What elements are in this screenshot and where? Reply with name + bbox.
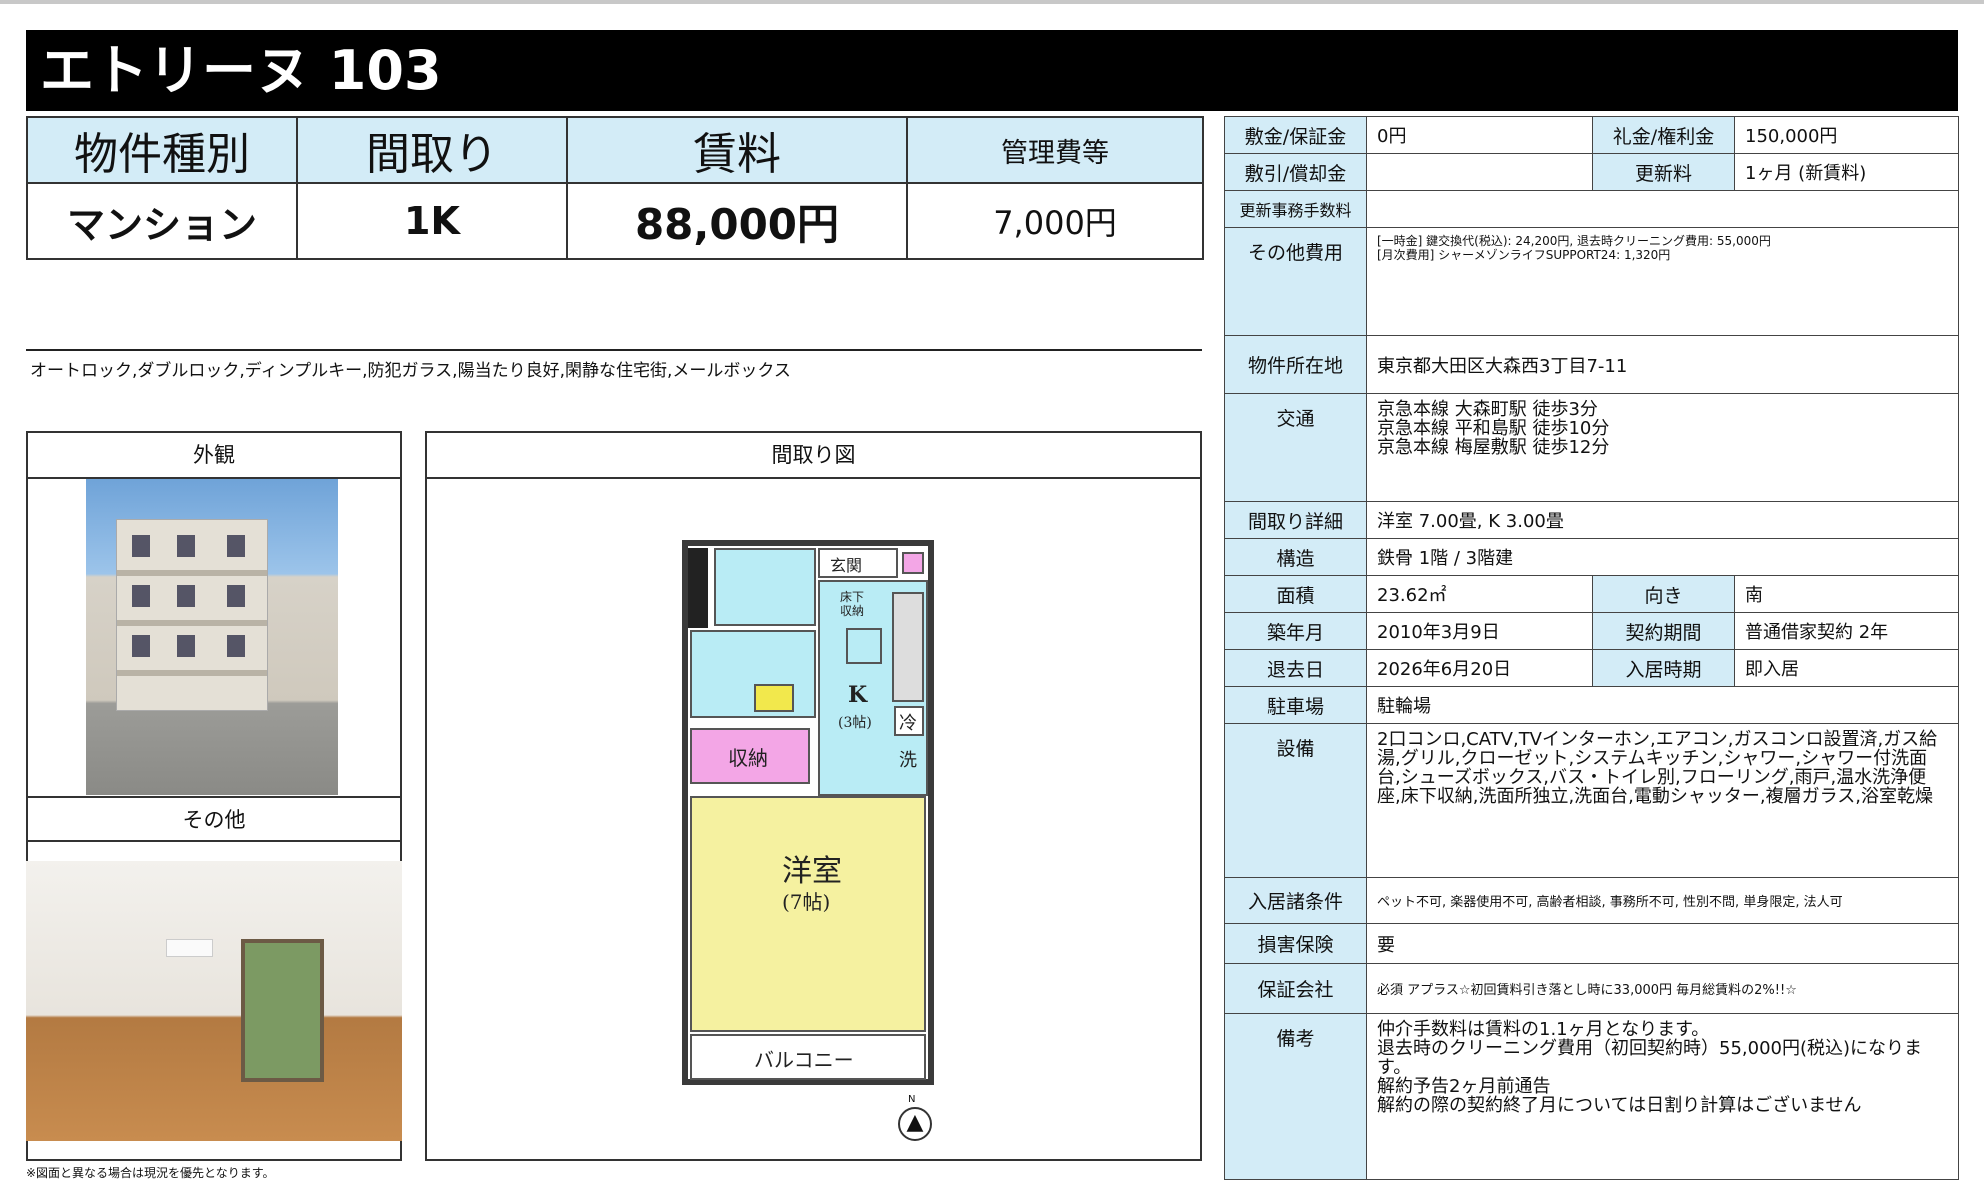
orientation-value: 南: [1734, 575, 1959, 613]
transit-value: 京急本線 大森町駅 徒歩3分 京急本線 平和島駅 徒歩10分 京急本線 梅屋敷駅…: [1366, 393, 1959, 502]
insurance-value: 要: [1366, 923, 1959, 964]
footnote: ※図面と異なる場合は現況を優先となります。: [26, 1166, 275, 1180]
insurance-label: 損害保険: [1224, 923, 1367, 964]
move-in-value: 即入居: [1734, 649, 1959, 687]
built-label: 築年月: [1224, 612, 1367, 650]
washer-label: 洗: [899, 750, 917, 771]
exterior-header: 外観: [28, 433, 400, 479]
summary-header-type: 物件種別: [26, 116, 298, 184]
property-title: エトリーヌ 103: [26, 30, 1958, 111]
summary-header-layout: 間取り: [296, 116, 568, 184]
other-costs-label: その他費用: [1224, 227, 1367, 336]
parking-label: 駐車場: [1224, 686, 1367, 724]
key-money-value: 150,000円: [1734, 116, 1959, 154]
built-value: 2010年3月9日: [1366, 612, 1593, 650]
key-money-label: 礼金/権利金: [1592, 116, 1735, 154]
underfloor-storage-label: 床下 収納: [840, 590, 865, 618]
underfloor-storage: [846, 628, 882, 664]
area-value: 23.62㎡: [1366, 575, 1593, 613]
layout-detail-label: 間取り詳細: [1224, 501, 1367, 539]
summary-value-rent: 88,000円: [566, 182, 908, 260]
summary-value-type: マンション: [26, 182, 298, 260]
kitchen-size-label: (3帖): [838, 715, 872, 731]
shoe-box: [902, 552, 924, 574]
deduction-label: 敷引/償却金: [1224, 153, 1367, 191]
other-header: その他: [26, 796, 402, 842]
closet-label: 収納: [728, 746, 768, 770]
north-arrow-icon: ▲: [898, 1107, 932, 1141]
transit-label: 交通: [1224, 393, 1367, 502]
summary-table: 物件種別 間取り 賃料 管理費等 マンション 1K 88,000円 7,000円: [26, 116, 1204, 260]
sink: [754, 684, 794, 712]
interior-photo: [26, 861, 402, 1141]
structure-label: 構造: [1224, 538, 1367, 576]
orientation-label: 向き: [1592, 575, 1735, 613]
area-label: 面積: [1224, 575, 1367, 613]
summary-header-rent: 賃料: [566, 116, 908, 184]
renewal-label: 更新料: [1592, 153, 1735, 191]
remarks-value: 仲介手数料は賃料の1.1ヶ月となります。 退去時のクリーニング費用（初回契約時）…: [1366, 1013, 1959, 1180]
western-room-label: 洋室: [782, 854, 842, 889]
equipment-label: 設備: [1224, 723, 1367, 878]
renewal-value: 1ヶ月 (新賃料): [1734, 153, 1959, 191]
parking-value: 駐輪場: [1366, 686, 1959, 724]
floorplan-drawing: 玄関 床下 収納 K (3帖) 冷 洗 収納 洋室 (7帖) バルコニー: [682, 540, 934, 1085]
kitchen-counter: [892, 592, 924, 702]
structure-value: 鉄骨 1階 / 3階建: [1366, 538, 1959, 576]
bathroom-room: [714, 548, 816, 626]
guarantor-label: 保証会社: [1224, 963, 1367, 1014]
other-costs-value: [一時金] 鍵交換代(税込): 24,200円, 退去時クリーニング費用: 55…: [1366, 227, 1959, 336]
balcony-label: バルコニー: [754, 1048, 854, 1072]
renewal-fee-label: 更新事務手数料: [1224, 190, 1367, 228]
guarantor-value: 必須 アプラス☆初回賃料引き落とし時に33,000円 毎月総賃料の2%!!☆: [1366, 963, 1959, 1014]
kitchen-label: K: [848, 682, 868, 708]
renewal-fee-value: [1366, 190, 1959, 228]
conditions-value: ペット不可, 楽器使用不可, 高齢者相談, 事務所不可, 性別不問, 単身限定,…: [1366, 877, 1959, 924]
equipment-value: 2口コンロ,CATV,TVインターホン,エアコン,ガスコンロ設置済,ガス給湯,グ…: [1366, 723, 1959, 878]
details-table: 敷金/保証金 0円 礼金/権利金 150,000円 敷引/償却金 更新料 1ヶ月…: [1224, 116, 1959, 1180]
wall-block: [688, 548, 708, 628]
entrance-label: 玄関: [830, 556, 863, 575]
vacate-value: 2026年6月20日: [1366, 649, 1593, 687]
conditions-label: 入居諸条件: [1224, 877, 1367, 924]
contract-value: 普通借家契約 2年: [1734, 612, 1959, 650]
summary-header-fees: 管理費等: [906, 116, 1204, 184]
address-value: 東京都大田区大森西3丁目7-11: [1366, 335, 1959, 394]
north-label: N: [908, 1094, 916, 1105]
address-label: 物件所在地: [1224, 335, 1367, 394]
deduction-value: [1366, 153, 1593, 191]
move-in-label: 入居時期: [1592, 649, 1735, 687]
western-room-size-label: (7帖): [782, 890, 831, 914]
summary-value-layout: 1K: [296, 182, 568, 260]
fridge-label: 冷: [899, 713, 917, 734]
exterior-photo: [86, 479, 338, 795]
features-text: オートロック,ダブルロック,ディンプルキー,防犯ガラス,陽当たり良好,閑静な住宅…: [30, 361, 791, 381]
remarks-label: 備考: [1224, 1013, 1367, 1180]
top-border: [0, 0, 1984, 4]
summary-value-fees: 7,000円: [906, 182, 1204, 260]
features-divider: [26, 349, 1202, 351]
deposit-value: 0円: [1366, 116, 1593, 154]
toilet-washroom: [690, 630, 816, 718]
deposit-label: 敷金/保証金: [1224, 116, 1367, 154]
contract-label: 契約期間: [1592, 612, 1735, 650]
vacate-label: 退去日: [1224, 649, 1367, 687]
floorplan-header: 間取り図: [427, 433, 1200, 479]
layout-detail-value: 洋室 7.00畳, K 3.00畳: [1366, 501, 1959, 539]
